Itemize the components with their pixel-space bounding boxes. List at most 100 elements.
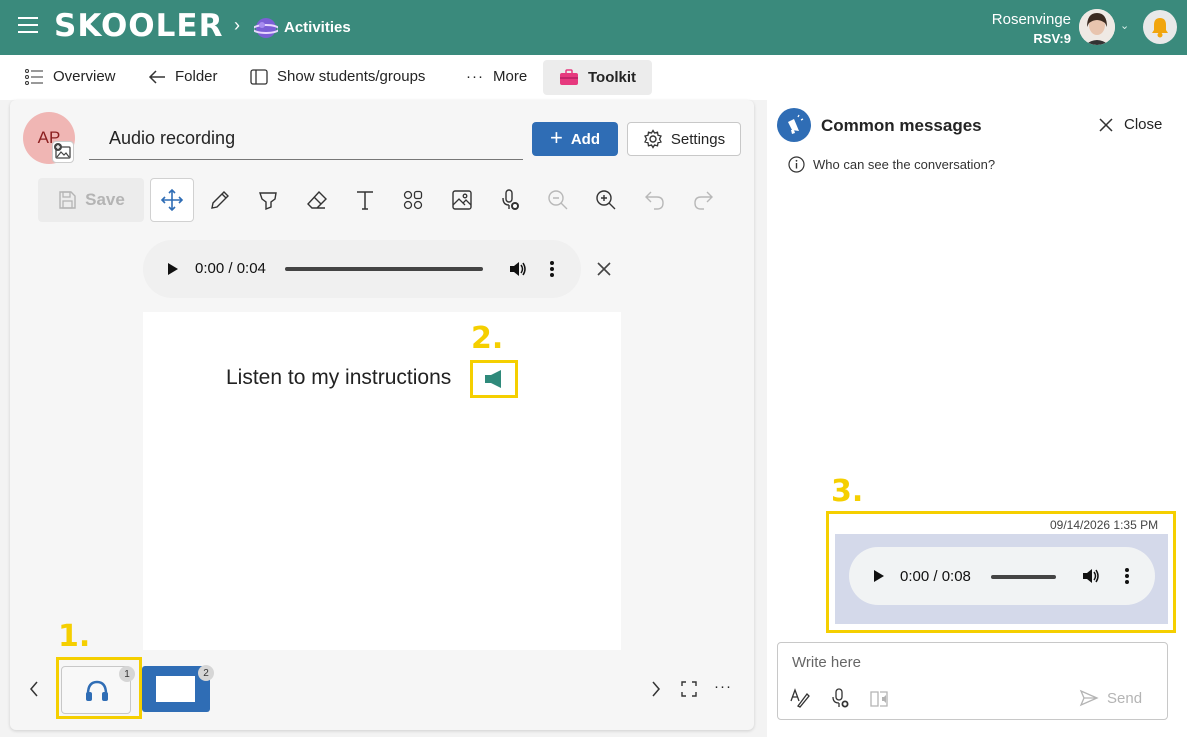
user-name: Rosenvinge [991,11,1071,28]
send-icon [1079,689,1099,707]
eraser-icon [307,190,327,209]
info-icon [788,156,805,173]
shapes-icon [403,190,423,210]
message-audio-time: 0:00 / 0:08 [900,568,971,585]
save-button[interactable]: Save [38,178,144,222]
shapes-tool[interactable] [391,178,435,222]
image-tool[interactable] [440,178,484,222]
activities-icon [254,18,278,38]
play-icon[interactable] [167,262,179,276]
add-label: Add [570,130,601,148]
floppy-icon [59,191,76,209]
microphone-record-icon[interactable] [830,688,852,710]
message-audio-progress[interactable] [991,575,1056,579]
show-students-button[interactable]: Show students/groups [250,55,425,98]
volume-icon[interactable] [1081,566,1101,586]
step-3-number: 3. [831,474,864,509]
message-timestamp: 09/14/2026 1:35 PM [1050,518,1159,532]
microphone-record-icon [502,189,519,210]
settings-button[interactable]: Settings [627,122,741,156]
toolkit-label: Toolkit [588,69,637,86]
highlighter-tool[interactable] [246,178,290,222]
fullscreen-icon[interactable] [680,680,698,698]
record-audio-tool[interactable] [488,178,532,222]
send-button[interactable]: Send [1079,689,1142,707]
more-vertical-icon[interactable] [1124,567,1130,585]
zoom-out-icon [548,190,568,210]
eraser-tool[interactable] [295,178,339,222]
headphones-icon [86,680,108,701]
overview-button[interactable]: Overview [25,55,116,98]
close-panel-button[interactable]: Close [1098,116,1162,133]
move-arrows-icon [160,188,184,212]
undo-icon [645,191,664,210]
audio-player: 0:00 / 0:04 [143,240,581,298]
image-icon [452,190,472,210]
step-2-highlight [470,360,518,398]
user-avatar[interactable] [1079,9,1115,45]
close-label: Close [1124,116,1163,133]
toolbox-icon [560,69,578,85]
send-label: Send [1107,689,1143,707]
gear-icon [643,129,662,149]
slide-instruction-text[interactable]: Listen to my instructions [226,366,451,390]
visibility-info[interactable]: Who can see the conversation? [788,156,995,173]
immersive-reader-icon[interactable] [869,689,891,709]
message-audio-player: 0:00 / 0:08 [849,547,1155,605]
megaphone-icon [777,108,811,142]
overview-label: Overview [53,68,116,85]
list-icon [25,68,43,85]
panel-title: Common messages [821,116,982,135]
user-menu-chevron-icon[interactable]: ⌄ [1120,19,1129,32]
pen-tool[interactable] [198,178,242,222]
hamburger-menu-icon[interactable] [18,17,38,35]
activity-title-input[interactable]: Audio recording [89,120,523,160]
page-badge-1: 1 [119,666,135,682]
play-icon[interactable] [873,569,885,583]
more-vertical-icon[interactable] [549,260,555,278]
panel-icon [250,68,268,85]
info-text: Who can see the conversation? [813,157,996,172]
folder-label: Folder [175,68,218,85]
pen-icon [211,191,229,209]
highlighter-icon [259,192,277,211]
previous-page-icon[interactable] [28,680,40,698]
more-button[interactable]: ··· More [466,55,527,98]
step-2-number: 2. [471,321,504,356]
more-options-icon[interactable]: ··· [714,678,732,695]
redo-icon [694,191,713,210]
user-class: RSV:9 [1033,31,1071,46]
volume-icon[interactable] [508,259,528,279]
thumbnail-preview [156,676,195,702]
folder-button[interactable]: Folder [148,55,218,98]
page-badge-2: 2 [198,665,214,681]
next-page-icon[interactable] [650,680,662,698]
breadcrumb-activities[interactable]: Activities [284,19,351,36]
slide-canvas[interactable]: Listen to my instructions [143,312,621,650]
redo-tool[interactable] [681,178,725,222]
undo-tool[interactable] [633,178,677,222]
more-dots-icon: ··· [466,68,484,85]
toolkit-button[interactable]: Toolkit [543,60,653,95]
move-tool[interactable] [150,178,194,222]
compose-placeholder[interactable]: Write here [792,654,861,671]
plus-icon: + [549,125,563,150]
close-audio-icon[interactable] [594,259,614,279]
notifications-bell-icon[interactable] [1143,10,1177,44]
show-students-label: Show students/groups [277,68,426,85]
more-label: More [493,68,528,85]
step-1-number: 1. [58,619,91,654]
breadcrumb-chevron-icon: › [234,15,240,35]
skooler-logo[interactable]: SKOOLER [54,8,223,44]
spell-check-icon[interactable] [789,688,811,708]
text-tool[interactable] [343,178,387,222]
zoom-out-tool[interactable] [536,178,580,222]
zoom-in-tool[interactable] [584,178,628,222]
add-button[interactable]: + Add [532,122,618,156]
audio-time: 0:00 / 0:04 [195,260,266,277]
change-image-icon[interactable] [52,141,74,163]
save-label: Save [85,190,125,209]
audio-progress-slider[interactable] [285,267,483,271]
zoom-in-icon [596,190,616,210]
arrow-left-icon [148,69,165,84]
